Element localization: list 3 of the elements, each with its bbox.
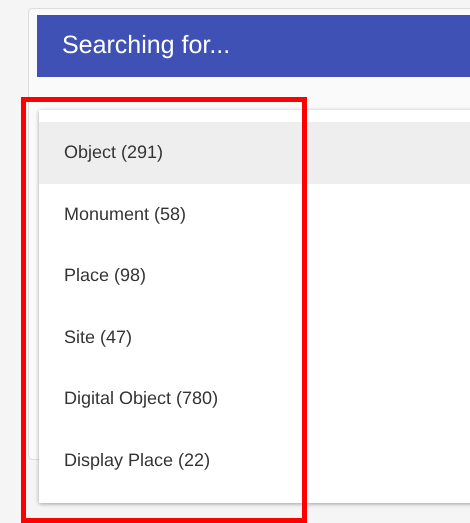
card-title: Searching for... xyxy=(62,30,230,62)
dropdown-option[interactable]: Monument (58) xyxy=(39,184,470,245)
dropdown-option[interactable]: Object (291) xyxy=(39,122,470,184)
